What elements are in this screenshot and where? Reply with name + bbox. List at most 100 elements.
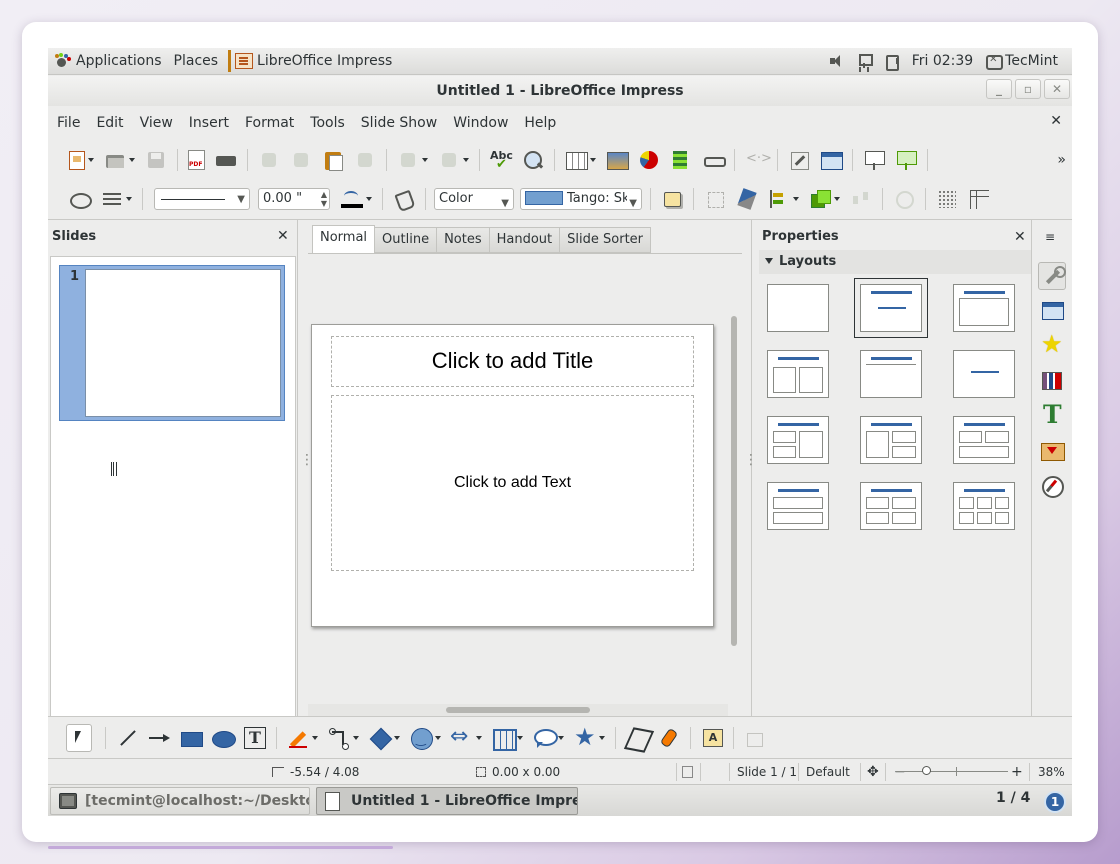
insert-table-icon[interactable]	[565, 149, 588, 171]
master-page-name[interactable]: Default	[806, 759, 850, 785]
arrow-line-icon[interactable]	[148, 727, 170, 749]
rectangle-icon[interactable]	[180, 727, 203, 749]
zoom-slider[interactable]	[896, 771, 1008, 772]
layouts-section-header[interactable]: Layouts	[759, 250, 1031, 274]
symbol-shapes-dropdown-icon[interactable]	[434, 727, 442, 749]
zoom-out-icon[interactable]: −	[894, 759, 906, 785]
clock[interactable]: Fri 02:39	[906, 48, 979, 75]
notification-badge[interactable]: 1	[1044, 791, 1066, 813]
curves-dropdown-icon[interactable]	[311, 727, 319, 749]
text-box-icon[interactable]	[244, 726, 266, 749]
line-color-icon[interactable]	[341, 188, 363, 210]
layout-centered-text[interactable]	[953, 350, 1015, 398]
zoom-icon[interactable]	[522, 149, 544, 171]
menu-file[interactable]: File	[57, 115, 80, 131]
task-terminal[interactable]: [tecmint@localhost:~/Desktop]	[50, 787, 310, 815]
cut-icon[interactable]	[258, 149, 280, 171]
line-style-select[interactable]: ▼	[154, 188, 250, 210]
line-color-dropdown-icon[interactable]	[365, 188, 373, 210]
table-dropdown-icon[interactable]	[589, 149, 597, 171]
minimize-button[interactable]: _	[986, 79, 1012, 99]
insert-media-icon[interactable]	[670, 149, 692, 171]
start-from-current-icon[interactable]	[895, 149, 917, 171]
open-folder-icon[interactable]	[104, 149, 126, 171]
select-pointer-icon[interactable]	[66, 723, 92, 752]
menu-view[interactable]: View	[140, 115, 173, 131]
glue-points-icon[interactable]	[658, 727, 680, 749]
block-arrows-icon[interactable]	[450, 724, 473, 749]
flowchart-dropdown-icon[interactable]	[516, 727, 524, 749]
gallery-icon[interactable]	[1038, 367, 1066, 395]
horizontal-scrollbar[interactable]	[308, 704, 728, 716]
callouts-icon[interactable]	[533, 727, 558, 749]
area-style-select[interactable]: Color ▼	[434, 188, 514, 210]
basic-shapes-dropdown-icon[interactable]	[393, 727, 401, 749]
layout-title-four-boxes[interactable]	[860, 482, 922, 530]
slides-list[interactable]: 1	[50, 256, 296, 717]
hyperlink-icon[interactable]	[702, 149, 726, 171]
redo-icon[interactable]	[438, 149, 460, 171]
close-window-button[interactable]: ✕	[1044, 79, 1070, 99]
align-dropdown-icon[interactable]	[792, 188, 800, 210]
layout-title-content[interactable]	[854, 278, 928, 338]
layout-title-two-rows[interactable]	[767, 482, 829, 530]
insert-chart-icon[interactable]	[638, 149, 660, 171]
open-dropdown-icon[interactable]	[128, 149, 136, 171]
layout-two-top-one-bottom[interactable]	[953, 416, 1015, 464]
slide-layout-icon[interactable]	[820, 149, 843, 171]
new-document-icon[interactable]	[69, 151, 85, 170]
menu-help[interactable]: Help	[524, 115, 556, 131]
zoom-slider-thumb[interactable]	[922, 766, 931, 775]
insert-image-icon[interactable]	[606, 149, 629, 171]
callouts-dropdown-icon[interactable]	[557, 727, 565, 749]
rotate-flip-icon[interactable]	[736, 188, 758, 210]
horizontal-scroll-thumb[interactable]	[446, 707, 590, 713]
helplines-icon[interactable]	[968, 188, 990, 210]
clone-formatting-icon[interactable]	[354, 149, 376, 171]
sidebar-menu-icon[interactable]: ≡	[1045, 230, 1055, 244]
arrange-dropdown-icon[interactable]	[833, 188, 841, 210]
zoom-level[interactable]: 38%	[1038, 759, 1065, 785]
print-icon[interactable]	[215, 149, 237, 171]
distribution-icon[interactable]	[850, 188, 872, 210]
title-placeholder[interactable]: Click to add Title	[331, 336, 694, 387]
area-fill-icon[interactable]	[393, 188, 415, 210]
text-placeholder[interactable]: Click to add Text	[331, 395, 694, 571]
arrange-icon[interactable]	[809, 188, 831, 210]
spelling-icon[interactable]	[490, 149, 513, 172]
symbol-shapes-icon[interactable]	[410, 727, 433, 750]
flowchart-icon[interactable]	[492, 727, 517, 751]
stars-icon[interactable]	[574, 723, 596, 751]
close-document-icon[interactable]: ✕	[1050, 113, 1062, 129]
menu-insert[interactable]: Insert	[189, 115, 229, 131]
active-app-launcher[interactable]: LibreOffice Impress	[231, 48, 398, 75]
layout-title-two-columns[interactable]	[767, 350, 829, 398]
places-menu[interactable]: Places	[168, 48, 225, 75]
fit-slide-icon[interactable]: ✥	[867, 759, 879, 785]
menu-edit[interactable]: Edit	[96, 115, 123, 131]
crop-icon[interactable]	[893, 188, 915, 210]
align-icon[interactable]	[768, 188, 790, 210]
vertical-scroll-thumb[interactable]	[731, 316, 737, 646]
slide-thumbnail[interactable]: 1	[59, 265, 285, 421]
applications-menu[interactable]: Applications	[48, 48, 168, 75]
fontwork-icon[interactable]	[701, 727, 723, 749]
block-arrows-dropdown-icon[interactable]	[475, 727, 483, 749]
line-style-dropdown-icon[interactable]	[125, 188, 133, 210]
power-icon[interactable]	[884, 53, 900, 71]
window-titlebar[interactable]: Untitled 1 - LibreOffice Impress _ ▫ ✕	[48, 76, 1072, 106]
slide-transition-icon[interactable]	[1038, 437, 1066, 465]
connector-icon[interactable]	[328, 727, 350, 749]
vertical-scrollbar[interactable]	[728, 254, 740, 694]
master-slides-icon[interactable]	[1038, 297, 1066, 325]
left-pane-splitter[interactable]	[298, 220, 314, 717]
document-modified[interactable]	[682, 759, 693, 785]
extrusion-icon[interactable]	[744, 727, 766, 749]
ellipse-icon[interactable]	[212, 727, 236, 749]
tab-slide-sorter[interactable]: Slide Sorter	[560, 227, 652, 253]
layout-title-six-boxes[interactable]	[953, 482, 1015, 530]
task-impress[interactable]: Untitled 1 - LibreOffice Impress	[316, 787, 578, 815]
save-icon[interactable]	[145, 149, 167, 171]
properties-deck-icon[interactable]	[1038, 262, 1066, 290]
menu-window[interactable]: Window	[453, 115, 508, 131]
